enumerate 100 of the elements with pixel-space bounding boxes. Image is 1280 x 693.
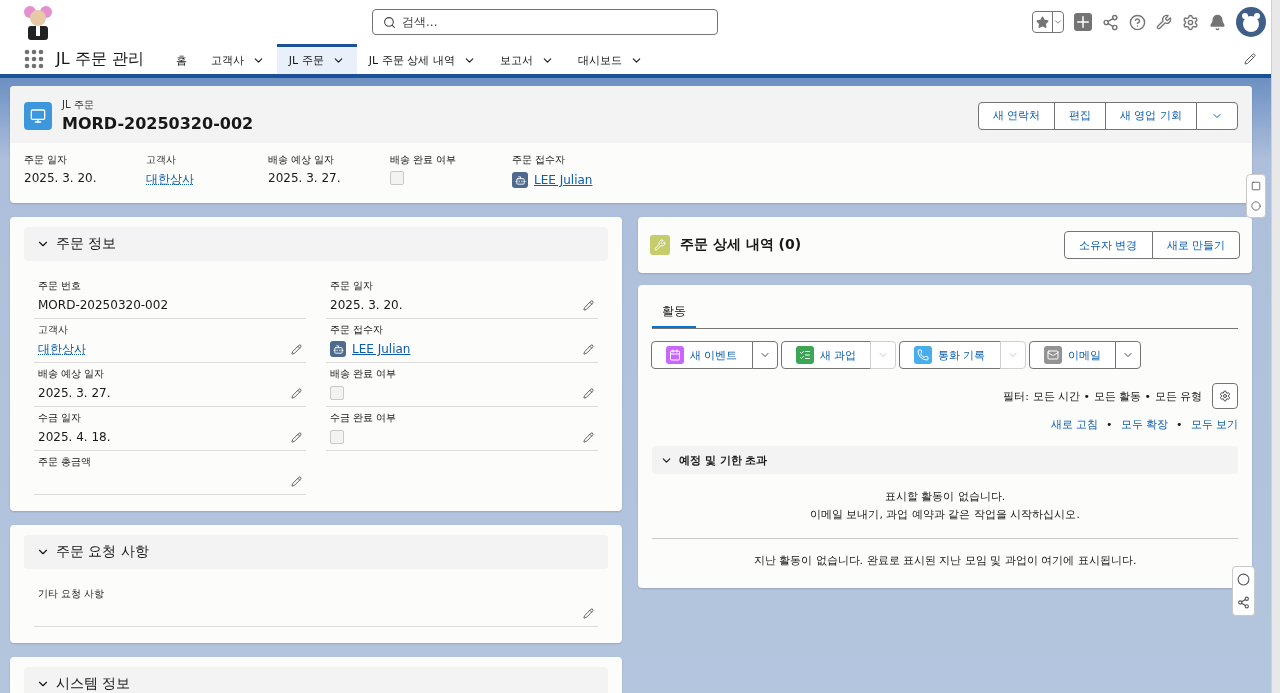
wrench-icon[interactable] (1156, 14, 1172, 30)
past-activity-message: 지난 활동이 없습니다. 완료로 표시된 지난 모임 및 과업이 여기에 표시됩니다. (752, 553, 1138, 568)
settings-icon[interactable] (1182, 13, 1199, 31)
section-header[interactable]: 주문 정보 (24, 227, 608, 261)
user-avatar-icon (330, 341, 346, 357)
account-link[interactable]: 대한상사 (146, 171, 268, 188)
upcoming-section-header[interactable]: 예정 및 기한 초과 (652, 446, 1238, 474)
field-label: 주문 번호 (38, 279, 83, 293)
field-label: 주문 일자 (330, 279, 375, 293)
field-label: 주문 접수자 (512, 153, 567, 167)
add-icon[interactable] (1074, 13, 1092, 31)
action-button[interactable]: 새로 만들기 (1151, 231, 1240, 259)
field-label: 고객사 (38, 323, 69, 337)
field-label: 주문 일자 (24, 153, 69, 167)
chevron-down-icon (1053, 17, 1063, 27)
empty-message: 표시할 활동이 없습니다. (884, 489, 1006, 505)
section-header[interactable]: 시스템 정보 (24, 667, 608, 693)
edit-icon[interactable] (291, 343, 302, 355)
edit-icon[interactable] (583, 299, 594, 311)
edit-icon[interactable] (583, 343, 594, 355)
action-button[interactable]: 새 영업 기회 (1105, 101, 1197, 130)
field-value: 2025. 3. 27. (268, 171, 342, 185)
checkbox[interactable] (390, 171, 404, 185)
section-title: 시스템 정보 (56, 675, 131, 693)
field-label: 기타 요청 사항 (38, 587, 106, 601)
settings-button[interactable] (1212, 383, 1238, 409)
favorites-button[interactable] (1032, 11, 1064, 33)
settings-icon (1219, 390, 1231, 402)
activity-button[interactable]: 이메일 (1028, 341, 1116, 369)
activity-button[interactable]: 새 이벤트 (651, 341, 753, 369)
section-title: 예정 및 기한 초과 (679, 452, 768, 468)
edit-icon[interactable] (583, 607, 594, 619)
field-value: 2025. 3. 20. (24, 171, 98, 185)
edit-nav-icon[interactable] (1244, 53, 1256, 65)
calendar-icon (666, 346, 684, 364)
section-title: 주문 정보 (56, 235, 117, 253)
action-button[interactable]: 편집 (1054, 101, 1106, 130)
field-value: MORD-20250320-002 (38, 298, 169, 312)
more-actions-button[interactable] (1196, 101, 1238, 130)
edit-icon[interactable] (291, 475, 302, 487)
nav-tab[interactable]: 홈 (163, 44, 199, 74)
field-label: 배송 완료 여부 (390, 153, 458, 167)
square-icon[interactable] (1251, 181, 1261, 191)
edit-icon[interactable] (583, 431, 594, 443)
search-field[interactable]: 검색... (372, 9, 718, 35)
checkbox[interactable] (330, 386, 344, 400)
field-label: 주문 접수자 (330, 323, 385, 337)
nav-tab[interactable]: JL 주문 (276, 44, 357, 74)
mail-icon (1043, 346, 1062, 364)
tool-icon (650, 235, 670, 255)
section-header[interactable]: 주문 요청 사항 (24, 535, 608, 569)
field-label: 고객사 (146, 153, 177, 167)
nav-tab[interactable]: JL 주문 상세 내역 (356, 44, 488, 74)
edit-icon[interactable] (291, 387, 302, 399)
checkbox[interactable] (330, 430, 344, 444)
activity-button[interactable]: 통화 기록 (899, 341, 1001, 369)
empty-message: 이메일 보내기, 과업 예약과 같은 작업을 시작하십시오. (810, 507, 1080, 523)
user-link[interactable]: LEE Julian (534, 173, 593, 187)
activity-menu-button[interactable] (1114, 341, 1141, 369)
separator-dot: • (1176, 418, 1183, 431)
nav-tab[interactable]: 고객사 (198, 44, 277, 74)
activity-link[interactable]: 모두 보기 (1190, 417, 1238, 432)
separator-dot: • (1106, 418, 1113, 431)
nav-tab[interactable]: 보고서 (487, 44, 566, 74)
user-avatar-icon (512, 172, 528, 188)
help-icon[interactable] (1129, 13, 1146, 31)
filter-text: 필터: 모든 시간 • 모든 활동 • 모든 유형 (1003, 388, 1202, 404)
section-title: 주문 요청 사항 (56, 543, 149, 561)
record-title: MORD-20250320-002 (62, 114, 254, 133)
user-link[interactable]: LEE Julian (352, 342, 411, 356)
edit-icon[interactable] (291, 431, 302, 443)
notifications-icon[interactable] (1209, 13, 1226, 31)
activity-link[interactable]: 모두 확장 (1120, 417, 1168, 432)
field-label: 수금 일자 (38, 411, 83, 425)
edit-icon[interactable] (583, 387, 594, 399)
account-link[interactable]: 대한상사 (38, 340, 86, 358)
activity-link[interactable]: 새로 고침 (1050, 417, 1098, 432)
nav-tab[interactable]: 대시보드 (565, 44, 655, 74)
search-icon (383, 15, 396, 29)
action-button[interactable]: 소유자 변경 (1064, 231, 1153, 259)
checklist-icon (795, 346, 814, 364)
field-value: 2025. 3. 27. (38, 386, 111, 400)
activity-menu-button[interactable] (751, 341, 778, 369)
circle-icon[interactable] (1237, 573, 1250, 586)
field-value: 2025. 3. 20. (330, 298, 403, 312)
field-value: 2025. 4. 18. (38, 430, 111, 444)
field-label: 배송 예상 일자 (268, 153, 336, 167)
activity-tab[interactable]: 활동 (652, 297, 696, 328)
network-icon[interactable] (1237, 596, 1250, 609)
activity-button[interactable]: 새 과업 (780, 341, 871, 369)
monitor-icon (24, 101, 52, 130)
user-avatar-icon[interactable] (1236, 7, 1266, 37)
app-name: JL 주문 관리 (56, 47, 144, 70)
field-label: 배송 완료 여부 (330, 367, 398, 381)
action-button[interactable]: 새 연락처 (977, 101, 1055, 130)
field-label: 수금 완료 여부 (330, 411, 398, 425)
network-icon[interactable] (1102, 13, 1119, 31)
object-type: JL 주문 (62, 98, 95, 112)
star-icon (1036, 15, 1049, 29)
app-launcher-icon[interactable] (24, 49, 44, 69)
